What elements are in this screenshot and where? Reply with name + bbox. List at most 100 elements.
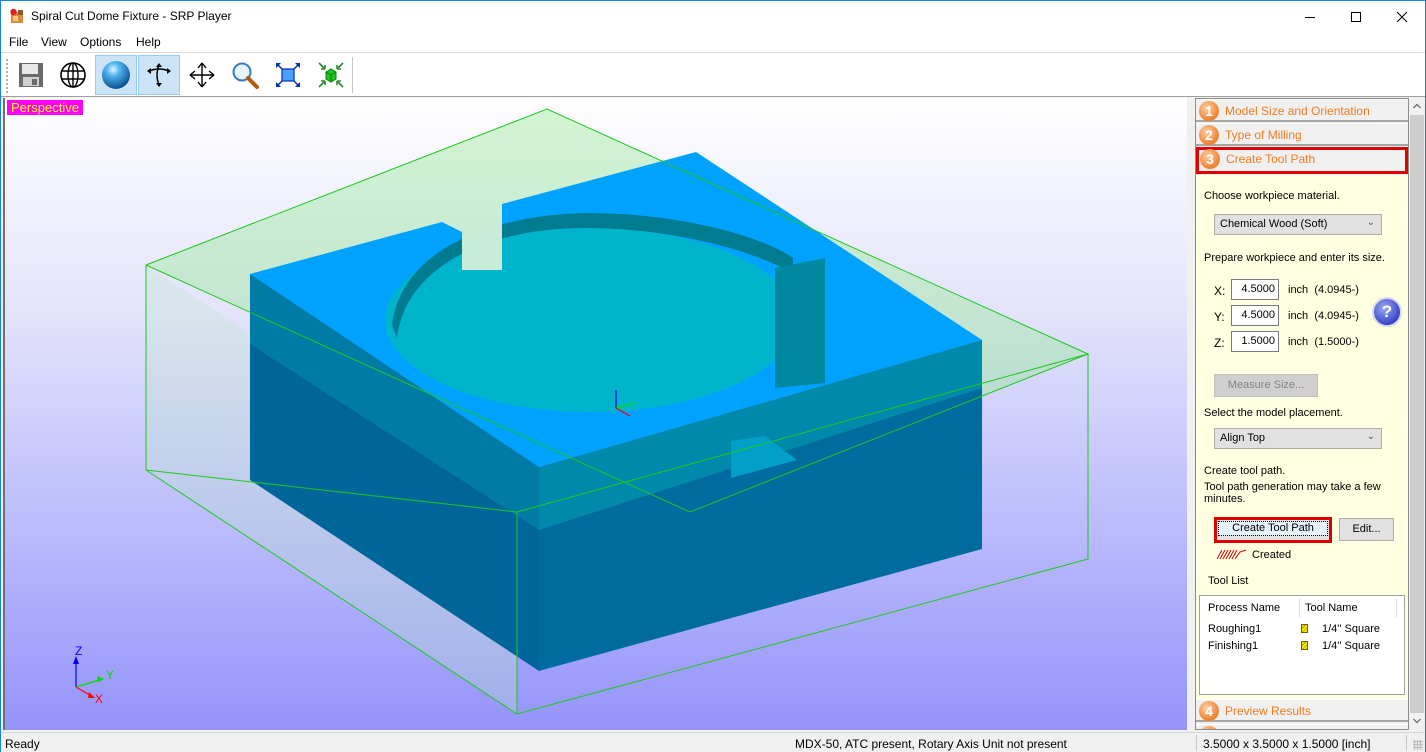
step-next-partial[interactable] [1196, 724, 1408, 729]
magnifier-icon [232, 62, 259, 89]
move-arrows-icon [189, 62, 215, 88]
end-mill-icon [1301, 641, 1308, 650]
close-button[interactable] [1379, 1, 1425, 32]
axis-label-x: X [95, 692, 104, 706]
panel-splitter[interactable] [1187, 98, 1195, 730]
pocket-right-notch [775, 258, 825, 388]
size-prompt: Prepare workpiece and enter its size. [1204, 252, 1385, 264]
dim-z-label: Z: [1214, 336, 1225, 350]
step-number-icon: 2 [1199, 125, 1219, 145]
step-number-icon: 3 [1200, 149, 1220, 169]
status-text: Ready [5, 737, 40, 751]
chevron-down-icon: ⌄ [1366, 431, 1375, 442]
process-name: Roughing1 [1208, 623, 1262, 635]
toolbar [1, 52, 1425, 97]
step-number-icon [1199, 726, 1219, 729]
dim-y-unit: inch (4.0945-) [1288, 310, 1359, 322]
table-row[interactable]: Finishing1 1/4'' Square [1200, 638, 1404, 655]
tool-name: 1/4'' Square [1322, 640, 1381, 652]
step-type-of-milling[interactable]: 2 Type of Milling [1196, 123, 1408, 146]
axis-label-y: Y [106, 668, 115, 682]
scroll-down-icon[interactable] [1413, 718, 1421, 724]
wireframe-view-button[interactable] [52, 55, 94, 95]
pan-button[interactable] [181, 55, 223, 95]
step-label: Model Size and Orientation [1225, 104, 1370, 118]
create-tool-path-button[interactable]: Create Tool Path [1214, 517, 1332, 543]
status-divider [1196, 735, 1197, 751]
dim-y-input[interactable]: 4.5000 [1231, 305, 1279, 326]
model-render[interactable] [5, 98, 1187, 730]
wizard-panel: 1 Model Size and Orientation 2 Type of M… [1195, 98, 1409, 730]
menu-view[interactable]: View [41, 35, 67, 49]
menu-options[interactable]: Options [80, 35, 121, 49]
solid-view-button[interactable] [95, 55, 137, 95]
rotate-button[interactable] [138, 55, 180, 95]
srp-player-app-icon [10, 8, 23, 23]
tool-list-label: Tool List [1208, 575, 1249, 587]
step-number-icon: 4 [1199, 701, 1219, 721]
tool-list[interactable]: Process Name Tool Name Roughing1 1/4'' S… [1199, 595, 1405, 695]
3d-viewport[interactable]: Perspective Z Y X [3, 98, 1187, 730]
window-title: Spiral Cut Dome Fixture - SRP Player [31, 9, 232, 23]
create-note: Tool path generation may take a few minu… [1204, 481, 1381, 505]
step-label: Preview Results [1225, 704, 1312, 718]
end-mill-icon [1301, 624, 1308, 633]
column-header-process[interactable]: Process Name [1208, 602, 1280, 614]
material-select-value: Chemical Wood (Soft) [1220, 218, 1328, 230]
minimize-icon [1305, 16, 1315, 18]
title-bar: Spiral Cut Dome Fixture - SRP Player [1, 1, 1425, 32]
wireframe-globe-icon [60, 62, 86, 88]
dim-y-label: Y: [1214, 310, 1225, 324]
fit-to-view-button[interactable] [267, 55, 309, 95]
toolbar-separator [352, 57, 353, 93]
maximize-button[interactable] [1333, 1, 1379, 32]
floppy-disk-icon [19, 63, 43, 87]
maximize-icon [1351, 11, 1361, 22]
step-create-tool-path[interactable]: 3 Create Tool Path [1196, 147, 1408, 174]
minimize-button[interactable] [1287, 1, 1333, 32]
zoom-button[interactable] [224, 55, 266, 95]
table-row[interactable]: Roughing1 1/4'' Square [1200, 621, 1404, 638]
dim-z-unit: inch (1.5000-) [1288, 336, 1359, 348]
model-size-status: 3.5000 x 3.5000 x 1.5000 [inch] [1203, 737, 1371, 751]
measure-size-button[interactable]: Measure Size... [1214, 374, 1318, 397]
axis-label-z: Z [75, 644, 83, 658]
dim-x-label: X: [1214, 284, 1226, 298]
chevron-down-icon: ⌄ [1366, 217, 1375, 228]
create-prompt: Create tool path. [1204, 465, 1286, 477]
shaded-sphere-icon [102, 61, 130, 89]
step-number-icon: 1 [1199, 101, 1219, 121]
path-status: Created [1252, 549, 1292, 561]
rotate-arrows-icon [147, 63, 171, 87]
tool-path-created-icon [1216, 549, 1247, 560]
scroll-up-icon[interactable] [1413, 103, 1421, 109]
help-button[interactable]: ? [1372, 297, 1402, 327]
scrollbar-thumb[interactable] [1410, 115, 1424, 713]
resize-grip[interactable] [1413, 740, 1423, 750]
dim-x-input[interactable]: 4.5000 [1231, 279, 1279, 300]
status-divider [1406, 735, 1407, 751]
machine-status: MDX-50, ATC present, Rotary Axis Unit no… [795, 737, 1067, 751]
edit-button[interactable]: Edit... [1339, 518, 1394, 541]
fit-view-icon [276, 63, 300, 87]
toolbar-grip[interactable] [6, 59, 9, 93]
step-label: Type of Milling [1225, 128, 1302, 142]
menu-file[interactable]: File [9, 35, 28, 49]
fit-model-button[interactable] [310, 55, 352, 95]
dim-x-unit: inch (4.0945-) [1288, 284, 1359, 296]
menu-help[interactable]: Help [136, 35, 161, 49]
panel-scrollbar[interactable] [1409, 98, 1425, 730]
tool-name: 1/4'' Square [1322, 623, 1381, 635]
status-bar: Ready MDX-50, ATC present, Rotary Axis U… [1, 732, 1425, 752]
material-select[interactable]: Chemical Wood (Soft) ⌄ [1214, 214, 1382, 235]
column-header-tool[interactable]: Tool Name [1305, 602, 1358, 614]
save-button[interactable] [10, 55, 52, 95]
close-icon [1396, 11, 1408, 22]
fit-model-icon [318, 62, 344, 88]
step-preview-results[interactable]: 4 Preview Results [1196, 699, 1408, 722]
create-tool-path-label: Create Tool Path [1218, 521, 1328, 536]
dim-z-input[interactable]: 1.5000 [1231, 331, 1279, 352]
placement-select-value: Align Top [1220, 432, 1266, 444]
placement-select[interactable]: Align Top ⌄ [1214, 428, 1382, 449]
step-model-size[interactable]: 1 Model Size and Orientation [1196, 99, 1408, 122]
